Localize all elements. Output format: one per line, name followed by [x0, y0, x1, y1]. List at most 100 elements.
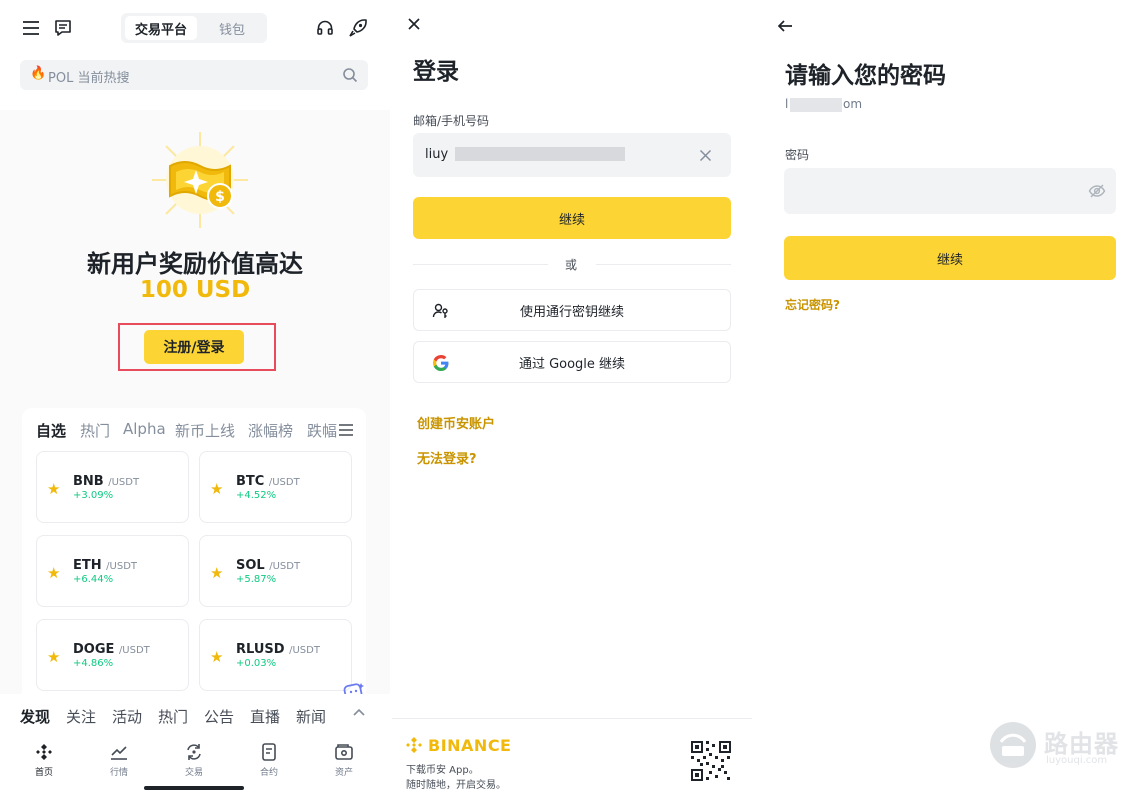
password-input[interactable] — [784, 168, 1116, 214]
cant-login-link[interactable]: 无法登录? — [417, 448, 477, 467]
market-watchlist: 自选 热门 Alpha 新币上线 涨幅榜 跌幅 ★ BNB /USDT +3.0… — [22, 408, 366, 708]
pair-base: BTC — [236, 474, 265, 489]
search-bar[interactable]: 🔥 POL 当前热搜 — [20, 60, 368, 90]
menu-icon[interactable] — [20, 17, 42, 39]
contract-icon — [262, 743, 276, 761]
back-icon[interactable] — [776, 18, 794, 34]
download-footer: BINANCE 下载币安 App。 随时随地，开启交易。 — [392, 718, 752, 791]
watermark: 路由器 luyouqi.com — [990, 718, 1125, 774]
discover-tab[interactable]: 直播 — [250, 706, 280, 727]
discover-tab[interactable]: 新闻 — [296, 706, 326, 727]
footer-line-1: 下载币安 App。 — [406, 765, 479, 776]
footer-line-2: 随时随地，开启交易。 — [406, 780, 506, 791]
forgot-password-link[interactable]: 忘记密码? — [785, 296, 840, 313]
password-continue-button[interactable]: 继续 — [784, 236, 1116, 280]
account-input[interactable]: liuy — [413, 133, 731, 177]
star-icon[interactable]: ★ — [210, 648, 223, 666]
pair-quote: /USDT — [269, 561, 301, 572]
discover-tab[interactable]: 发现 — [20, 706, 50, 727]
clear-icon[interactable] — [697, 147, 713, 163]
nav-assets[interactable]: 资产 — [319, 742, 369, 778]
continue-button[interactable]: 继续 — [413, 197, 731, 239]
search-icon[interactable] — [340, 65, 360, 85]
pair-base: BNB — [73, 474, 104, 489]
pair-change: +3.09% — [73, 490, 114, 501]
discover-tabs: 发现 关注 活动 热门 公告 直播 新闻 — [0, 694, 390, 734]
star-icon[interactable]: ★ — [47, 564, 60, 582]
pair-card[interactable]: ★ RLUSD /USDT +0.03% — [199, 619, 352, 691]
pair-card[interactable]: ★ ETH /USDT +6.44% — [36, 535, 189, 607]
market-tab[interactable]: 热门 — [80, 420, 110, 441]
chevron-up-icon[interactable] — [352, 706, 366, 721]
pair-card[interactable]: ★ BNB /USDT +3.09% — [36, 451, 189, 523]
tabs-menu-icon[interactable] — [338, 422, 354, 436]
market-tab[interactable]: Alpha — [123, 420, 166, 438]
nav-futures[interactable]: 合约 — [244, 742, 294, 778]
google-button[interactable]: 通过 Google 继续 — [413, 341, 731, 383]
star-icon[interactable]: ★ — [210, 480, 223, 498]
password-title: 请输入您的密码 — [785, 63, 946, 89]
or-text: 或 — [565, 258, 578, 272]
nav-label: 首页 — [34, 768, 53, 778]
account-value: liuy — [425, 147, 449, 162]
watermark-url: luyouqi.com — [1046, 755, 1108, 766]
nav-home[interactable]: 首页 — [19, 742, 69, 778]
search-placeholder: POL 当前热搜 — [48, 71, 130, 86]
pair-card[interactable]: ★ BTC /USDT +4.52% — [199, 451, 352, 523]
pair-base: RLUSD — [236, 642, 285, 657]
market-tab[interactable]: 新币上线 — [175, 420, 235, 441]
google-label: 通过 Google 继续 — [518, 356, 626, 372]
divider-right — [596, 264, 731, 265]
discover-tab[interactable]: 热门 — [158, 706, 188, 727]
star-icon[interactable]: ★ — [47, 480, 60, 498]
eye-off-icon[interactable] — [1088, 182, 1106, 200]
pair-quote: /USDT — [108, 477, 140, 488]
nav-label: 资产 — [334, 768, 353, 778]
discover-tab[interactable]: 关注 — [66, 706, 96, 727]
nav-label: 合约 — [259, 768, 278, 778]
nav-trade[interactable]: 交易 — [169, 742, 219, 778]
segment-exchange[interactable]: 交易平台 — [125, 16, 197, 40]
binance-home-icon — [36, 744, 52, 760]
market-tab[interactable]: 自选 — [36, 420, 66, 441]
pair-base: SOL — [236, 558, 265, 573]
star-icon[interactable]: ★ — [47, 648, 60, 666]
pair-change: +4.52% — [236, 490, 277, 501]
headset-icon[interactable] — [314, 17, 336, 39]
discover-tab[interactable]: 活动 — [112, 706, 142, 727]
pair-change: +5.87% — [236, 574, 277, 585]
fire-icon: 🔥 — [30, 66, 47, 81]
platform-segment: 交易平台 钱包 — [121, 13, 267, 43]
pair-card[interactable]: ★ DOGE /USDT +4.86% — [36, 619, 189, 691]
svg-text:$: $ — [215, 189, 225, 205]
segment-wallet[interactable]: 钱包 — [201, 16, 263, 40]
binance-brand: BINANCE — [404, 735, 511, 755]
binance-logo-icon — [406, 737, 422, 753]
rocket-icon[interactable] — [346, 16, 370, 40]
divider-left — [413, 264, 548, 265]
passkey-button[interactable]: 使用通行密钥继续 — [413, 289, 731, 331]
chat-icon[interactable] — [52, 17, 74, 39]
market-tab[interactable]: 跌幅 — [307, 420, 337, 441]
pair-quote: /USDT — [289, 645, 320, 656]
market-tab[interactable]: 涨幅榜 — [248, 420, 293, 441]
qr-code-icon[interactable] — [689, 739, 733, 783]
register-login-button[interactable]: 注册/登录 — [144, 330, 244, 364]
star-icon[interactable]: ★ — [210, 564, 223, 582]
create-account-link[interactable]: 创建币安账户 — [417, 413, 495, 432]
router-logo-icon — [990, 722, 1036, 768]
home-indicator — [144, 786, 244, 790]
pair-quote: /USDT — [118, 645, 150, 656]
password-label: 密码 — [785, 148, 810, 162]
close-icon[interactable] — [406, 16, 422, 32]
nav-markets[interactable]: 行情 — [94, 742, 144, 778]
gift-icon: $ — [150, 130, 250, 230]
pair-card[interactable]: ★ SOL /USDT +5.87% — [199, 535, 352, 607]
masked-email-suffix: om — [843, 97, 863, 111]
passkey-label: 使用通行密钥继续 — [519, 304, 624, 320]
new-user-promo: $ 新用户奖励价值高达 100 USD 注册/登录 — [10, 120, 380, 405]
home-screen: 交易平台 钱包 🔥 POL 当前热搜 $ 新用户奖励价值高达 100 USD 注… — [0, 0, 390, 791]
promo-title: 新用户奖励价值高达 — [87, 250, 303, 278]
discover-tab[interactable]: 公告 — [204, 706, 234, 727]
market-tabs: 自选 热门 Alpha 新币上线 涨幅榜 跌幅 — [22, 420, 366, 442]
